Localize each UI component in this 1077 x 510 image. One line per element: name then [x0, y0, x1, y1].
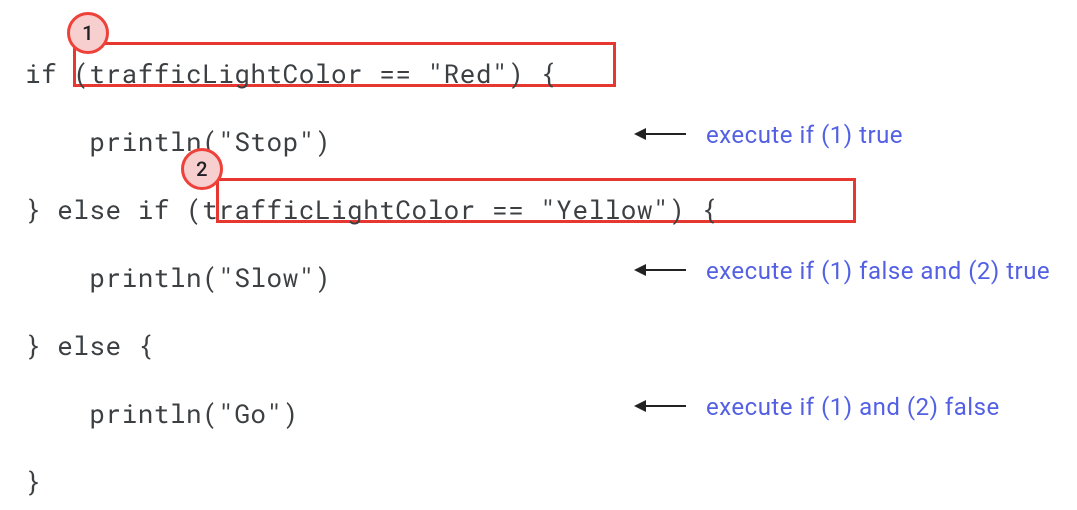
- annotation-2: execute if (1) false and (2) true: [706, 259, 1050, 283]
- code-line-1: if (trafficLightColor == "Red") {: [25, 61, 556, 87]
- annotation-1: execute if (1) true: [706, 123, 903, 147]
- arrow-left-icon: [636, 133, 686, 135]
- code-line-7: }: [25, 469, 41, 495]
- code-line-3: } else if (trafficLightColor == "Yellow"…: [25, 197, 717, 223]
- badge-2-label: 2: [196, 157, 208, 181]
- code-line-6: println("Go"): [25, 401, 299, 427]
- badge-2: 2: [181, 148, 223, 190]
- arrow-left-icon: [636, 405, 686, 407]
- badge-1: 1: [67, 12, 109, 54]
- code-line-2: println("Stop"): [25, 129, 331, 155]
- arrow-left-icon: [636, 269, 686, 271]
- badge-1-label: 1: [82, 21, 94, 45]
- code-line-4: println("Slow"): [25, 265, 331, 291]
- annotation-3: execute if (1) and (2) false: [706, 395, 1000, 419]
- code-line-5: } else {: [25, 333, 154, 359]
- diagram-canvas: if (trafficLightColor == "Red") { printl…: [0, 0, 1077, 510]
